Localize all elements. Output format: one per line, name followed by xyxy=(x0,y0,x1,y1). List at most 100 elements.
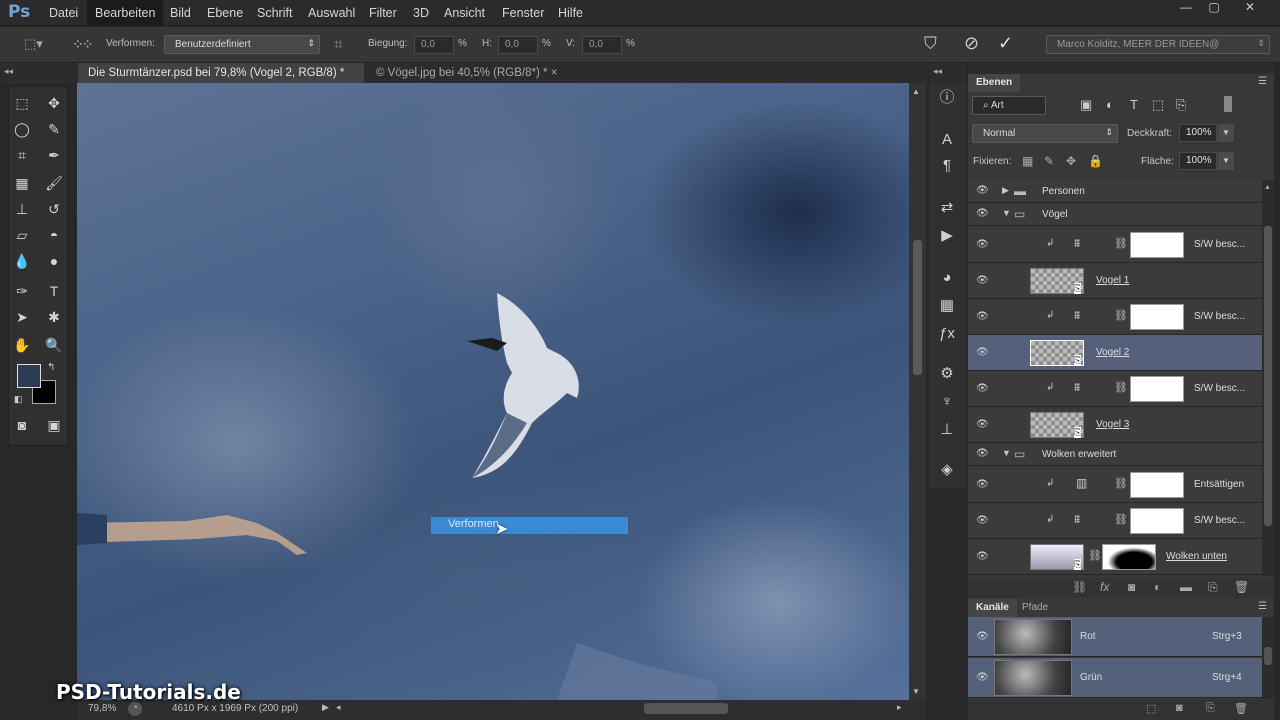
layer-vogel-2[interactable]: 👁 ⎘ Vogel 2 xyxy=(968,335,1262,371)
visibility-eye-icon[interactable]: 👁 xyxy=(976,448,990,459)
layer-name[interactable]: S/W besc... xyxy=(1194,515,1245,526)
link-chain-icon[interactable]: ⛓ xyxy=(1114,513,1128,526)
status-menu-arrow-icon[interactable]: ▶ xyxy=(322,702,329,713)
layer-name[interactable]: S/W besc... xyxy=(1194,383,1245,394)
link-chain-icon[interactable]: ⛓ xyxy=(1114,477,1128,490)
collapse-arrow-icon[interactable]: ▼ xyxy=(1002,208,1011,218)
visibility-eye-icon[interactable]: 👁 xyxy=(976,347,990,358)
reference-point-icon[interactable]: ⁘⁘ xyxy=(72,36,94,54)
history-panel-icon[interactable]: ⇄ xyxy=(934,196,960,220)
layers-scroll-up-icon[interactable]: ▲ xyxy=(1264,184,1271,191)
link-chain-icon[interactable]: ⛓ xyxy=(1114,237,1128,250)
load-selection-icon[interactable]: ⬚ xyxy=(1146,702,1156,715)
filter-toggle-switch[interactable] xyxy=(1224,96,1232,112)
layer-name[interactable]: Vögel xyxy=(1042,209,1068,220)
scroll-up-icon[interactable]: ▲ xyxy=(912,87,920,96)
workspace-select[interactable]: Marco Kolditz, MEER DER IDEEN@ ⇕ xyxy=(1046,35,1270,54)
scroll-left-icon[interactable]: ◂ xyxy=(336,702,341,713)
menu-bild[interactable]: Bild xyxy=(162,0,199,26)
layer-vogel-1[interactable]: 👁 ⎘ Vogel 1 xyxy=(968,263,1262,299)
brushes-panel-icon[interactable]: ♆ xyxy=(934,390,960,414)
foreground-color-swatch[interactable] xyxy=(17,364,41,388)
menu-ebene[interactable]: Ebene xyxy=(199,0,251,26)
warp-orientation-icon[interactable]: ⌗ xyxy=(334,36,342,53)
filter-type-icon[interactable]: T xyxy=(1130,97,1138,112)
checkmark-icon[interactable]: ✓ xyxy=(998,33,1013,54)
tab-voegel[interactable]: © Vögel.jpg bei 40,5% (RGB/8*) * × xyxy=(366,63,576,83)
layer-filter-select[interactable]: ⌕ Art xyxy=(972,96,1046,115)
dodge-tool-icon[interactable]: ● xyxy=(42,250,66,272)
layer-vogel-3[interactable]: 👁 ⎘ Vogel 3 xyxy=(968,407,1262,443)
visibility-eye-icon[interactable]: 👁 xyxy=(976,515,990,526)
layers-scroll-thumb[interactable] xyxy=(1264,226,1272,526)
layer-name[interactable]: Wolken erweitert xyxy=(1042,449,1116,460)
cancel-icon[interactable]: ⊘ xyxy=(964,33,979,54)
menu-datei[interactable]: Datei xyxy=(41,0,86,26)
channels-scrollbar[interactable] xyxy=(1262,617,1274,699)
layer-name[interactable]: S/W besc... xyxy=(1194,239,1245,250)
type-tool-icon[interactable]: T xyxy=(42,280,66,302)
layer-mask-thumbnail[interactable] xyxy=(1102,544,1156,570)
lock-all-icon[interactable]: 🔒 xyxy=(1088,154,1103,168)
info-panel-icon[interactable]: ⓘ xyxy=(934,86,960,110)
layer-mask-thumbnail[interactable] xyxy=(1130,472,1184,498)
layers-scrollbar[interactable]: ▲ xyxy=(1262,180,1274,576)
lock-transparency-icon[interactable]: ▦ xyxy=(1022,154,1033,168)
channels-panel-menu-icon[interactable]: ☰ xyxy=(1258,601,1267,612)
collapse-arrow-icon[interactable]: ▼ xyxy=(1002,448,1011,458)
crop-tool-icon[interactable]: ⌗ xyxy=(10,144,34,166)
channel-rot[interactable]: 👁 Rot Strg+3 xyxy=(968,617,1262,657)
save-selection-icon[interactable]: ◙ xyxy=(1176,702,1183,714)
visibility-eye-icon[interactable]: 👁 xyxy=(976,208,990,219)
visibility-eye-icon[interactable]: 👁 xyxy=(976,419,990,430)
menu-3d[interactable]: 3D xyxy=(405,0,437,26)
adjustments-panel-icon[interactable]: ⚙ xyxy=(934,362,960,386)
new-channel-icon[interactable]: ⎘ xyxy=(1206,702,1215,715)
tab-kanaele[interactable]: Kanäle xyxy=(968,599,1017,617)
layer-wolken-unten[interactable]: 👁 ⎘ ⛓ Wolken unten xyxy=(968,539,1262,575)
visibility-eye-icon[interactable]: 👁 xyxy=(976,311,990,322)
layer-entsaettigen[interactable]: 👁 ↲ ▥ ⛓ Entsättigen xyxy=(968,467,1262,503)
clone-stamp-icon[interactable]: ⊥ xyxy=(10,198,34,220)
menu-schrift[interactable]: Schrift xyxy=(249,0,300,26)
hand-tool-icon[interactable]: ✋ xyxy=(10,334,34,356)
actions-panel-icon[interactable]: ▶ xyxy=(934,224,960,248)
bend-field[interactable]: 0,0 xyxy=(414,36,454,54)
fx-styles-icon[interactable]: fx xyxy=(1100,580,1109,594)
marquee-tool-icon[interactable]: ⬚ xyxy=(10,92,34,114)
h-field[interactable]: 0,0 xyxy=(498,36,538,54)
link-chain-icon[interactable]: ⛓ xyxy=(1114,381,1128,394)
layer-mask-thumbnail[interactable] xyxy=(1130,304,1184,330)
fill-dropdown-icon[interactable]: ▼ xyxy=(1218,152,1234,170)
layer-name[interactable]: Wolken unten xyxy=(1166,551,1227,562)
add-mask-icon[interactable]: ◙ xyxy=(1128,580,1135,594)
path-selection-icon[interactable]: ➤ xyxy=(10,306,34,328)
layer-mask-thumbnail[interactable] xyxy=(1130,376,1184,402)
menu-fenster[interactable]: Fenster xyxy=(494,0,552,26)
status-info-icon[interactable]: ◔ xyxy=(128,702,142,716)
visibility-eye-icon[interactable]: 👁 xyxy=(976,631,990,642)
layer-sw-adjustment-1[interactable]: 👁 ↲ ⩩ ⛓ S/W besc... xyxy=(968,227,1262,263)
menu-auswahl[interactable]: Auswahl xyxy=(300,0,363,26)
vertical-scroll-thumb[interactable] xyxy=(913,240,922,375)
blur-tool-icon[interactable]: 💧 xyxy=(10,250,34,272)
visibility-eye-icon[interactable]: 👁 xyxy=(976,275,990,286)
layer-sw-adjustment-4[interactable]: 👁 ↲ ⩩ ⛓ S/W besc... xyxy=(968,503,1262,539)
layer-name[interactable]: Vogel 1 xyxy=(1096,275,1129,286)
filter-pixel-icon[interactable]: ▣ xyxy=(1080,97,1092,113)
close-button[interactable]: ✕ xyxy=(1236,0,1264,16)
strip-collapse-icon[interactable]: ◂◂ xyxy=(929,63,966,83)
healing-brush-icon[interactable]: ▦ xyxy=(10,172,34,194)
visibility-eye-icon[interactable]: 👁 xyxy=(976,239,990,250)
delete-channel-icon[interactable]: 🗑 xyxy=(1234,702,1248,715)
menu-ansicht[interactable]: Ansicht xyxy=(436,0,493,26)
restore-button[interactable]: ▢ xyxy=(1200,0,1228,16)
filter-adjustment-icon[interactable]: ◐ xyxy=(1106,97,1114,112)
eyedropper-icon[interactable]: ✒ xyxy=(42,144,66,166)
new-layer-icon[interactable]: ⎘ xyxy=(1208,580,1218,595)
eraser-tool-icon[interactable]: ▱ xyxy=(10,224,34,246)
quick-mask-icon[interactable]: ◙ xyxy=(10,414,34,436)
3d-panel-icon[interactable]: ◈ xyxy=(934,458,960,482)
fill-field[interactable]: 100% xyxy=(1179,152,1217,170)
menu-bearbeiten[interactable]: Bearbeiten xyxy=(87,0,164,26)
